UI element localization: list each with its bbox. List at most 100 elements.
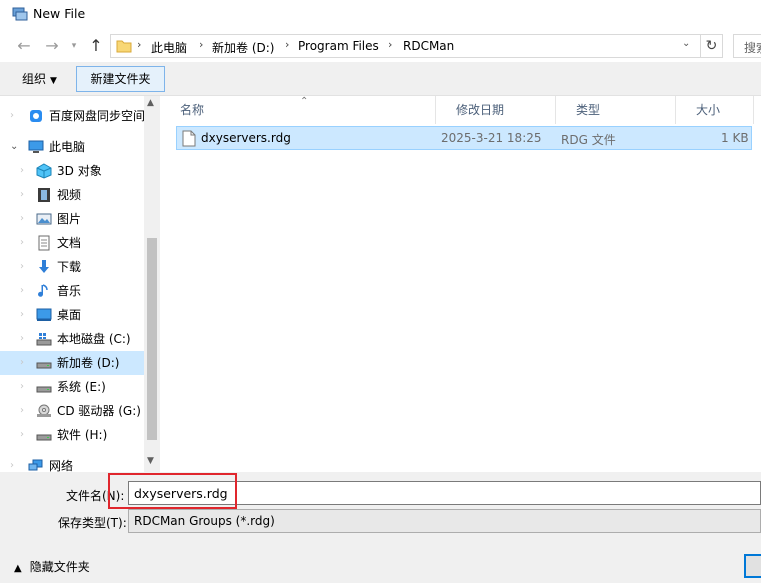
drive-icon: [36, 386, 52, 393]
table-row[interactable]: dxyservers.rdg 2025-3-21 18:25 RDG 文件 1 …: [176, 126, 752, 150]
sidebar-item-label: 3D 对象: [57, 164, 102, 178]
expand-chevron-icon[interactable]: ›: [20, 207, 24, 231]
column-header-size[interactable]: 大小: [676, 96, 754, 124]
sidebar-item-label: CD 驱动器 (G:): [57, 404, 141, 418]
computer-icon: [28, 140, 44, 153]
sidebar-item-this-pc[interactable]: ⌄ 此电脑: [0, 135, 144, 159]
breadcrumb-rdcman[interactable]: RDCMan: [403, 39, 454, 53]
sidebar-item-pictures[interactable]: › 图片: [0, 207, 144, 231]
refresh-icon[interactable]: ↻: [701, 34, 723, 58]
address-dropdown-icon[interactable]: ⌄: [682, 38, 696, 54]
cd-drive-icon: [37, 404, 51, 417]
expand-chevron-icon[interactable]: ›: [20, 303, 24, 327]
expand-chevron-icon[interactable]: ›: [20, 375, 24, 399]
recent-locations-chevron-icon[interactable]: ▾: [64, 36, 84, 56]
sidebar-item-videos[interactable]: › 视频: [0, 183, 144, 207]
back-arrow-icon[interactable]: ←: [14, 36, 34, 56]
address-bar[interactable]: › 此电脑 › 新加卷 (D:) › Program Files › RDCMa…: [110, 34, 701, 58]
drive-icon: [36, 362, 52, 369]
navigation-bar: ← → ▾ ↑ › 此电脑 › 新加卷 (D:) › Program Files…: [0, 30, 761, 62]
sidebar-item-documents[interactable]: › 文档: [0, 231, 144, 255]
expand-chevron-icon[interactable]: ›: [20, 351, 24, 375]
expand-chevron-icon[interactable]: ›: [10, 454, 14, 472]
sidebar-item-desktop[interactable]: › 桌面: [0, 303, 144, 327]
sidebar-item-label: 视频: [57, 188, 82, 202]
caret-down-icon: ▼: [50, 76, 57, 86]
file-modified: 2025-3-21 18:25: [441, 131, 542, 145]
breadcrumb-drive-d[interactable]: 新加卷 (D:): [212, 39, 274, 56]
expand-chevron-icon[interactable]: ›: [20, 159, 24, 183]
pictures-icon: [36, 213, 52, 225]
save-panel: 文件名(N): dxyservers.rdg 保存类型(T): RDCMan G…: [0, 472, 761, 583]
filetype-value: RDCMan Groups (*.rdg): [134, 514, 275, 528]
filetype-label: 保存类型(T):: [58, 516, 127, 530]
expand-chevron-icon[interactable]: ›: [20, 255, 24, 279]
3d-objects-icon: [36, 163, 52, 179]
window-title: New File: [33, 6, 86, 21]
music-icon: [38, 284, 48, 297]
new-folder-button[interactable]: 新建文件夹: [76, 66, 165, 92]
drive-icon: [36, 434, 52, 441]
baidu-cloud-icon: [30, 110, 42, 122]
sidebar-item-label: 系统 (E:): [57, 380, 106, 394]
sidebar-item-network[interactable]: › 网络: [0, 454, 144, 472]
file-size: 1 KB: [721, 131, 749, 145]
sidebar-item-drive-d[interactable]: › 新加卷 (D:): [0, 351, 144, 375]
search-input[interactable]: 搜索: [733, 34, 761, 58]
collapse-chevron-icon[interactable]: ⌄: [10, 135, 18, 159]
folder-icon: [116, 40, 132, 53]
scroll-up-icon[interactable]: ▲: [147, 98, 154, 108]
hide-folders-toggle[interactable]: ▲ 隐藏文件夹: [14, 558, 90, 575]
filetype-select[interactable]: RDCMan Groups (*.rdg): [128, 509, 761, 533]
highlight-annotation-box: [108, 473, 237, 509]
network-icon: [28, 459, 43, 471]
sidebar-item-label: 文档: [57, 236, 82, 250]
sidebar-item-label: 此电脑: [49, 140, 86, 154]
sidebar-item-label: 软件 (H:): [57, 428, 108, 442]
sidebar-item-baidu[interactable]: › 百度网盘同步空间: [0, 104, 146, 128]
sidebar-item-drive-h[interactable]: › 软件 (H:): [0, 423, 144, 447]
expand-chevron-icon[interactable]: ›: [10, 104, 14, 128]
sidebar-item-3d-objects[interactable]: › 3D 对象: [0, 159, 144, 183]
downloads-icon: [39, 260, 49, 273]
organize-button[interactable]: 组织 ▼: [14, 67, 65, 91]
sidebar-item-label: 网络: [49, 459, 74, 472]
sidebar-item-label: 下载: [57, 260, 82, 274]
file-list: ⌃ 名称 修改日期 类型 大小 dxyservers.rdg 2025-3-21…: [160, 96, 761, 472]
save-button[interactable]: [744, 554, 761, 578]
sidebar-item-label: 百度网盘同步空间: [49, 109, 146, 123]
sidebar-item-label: 图片: [57, 212, 82, 226]
forward-arrow-icon[interactable]: →: [42, 36, 62, 56]
expand-chevron-icon[interactable]: ›: [20, 423, 24, 447]
column-header-type[interactable]: 类型: [556, 96, 676, 124]
breadcrumb-separator-icon: ›: [285, 38, 290, 51]
sidebar-scrollbar[interactable]: ▲ ▼: [144, 96, 160, 472]
scroll-down-icon[interactable]: ▼: [147, 456, 154, 466]
scrollbar-thumb[interactable]: [147, 238, 157, 440]
sidebar-item-downloads[interactable]: › 下载: [0, 255, 144, 279]
column-header-modified[interactable]: 修改日期: [436, 96, 556, 124]
breadcrumb-separator-icon: ›: [199, 38, 204, 51]
expand-chevron-icon[interactable]: ›: [20, 399, 24, 423]
expand-chevron-icon[interactable]: ›: [20, 279, 24, 303]
breadcrumb-this-pc[interactable]: 此电脑: [151, 39, 187, 56]
file-type: RDG 文件: [561, 133, 616, 147]
rdcman-app-icon: [12, 7, 28, 21]
sidebar-item-cd-drive-g[interactable]: › CD 驱动器 (G:): [0, 399, 144, 423]
expand-chevron-icon[interactable]: ›: [20, 231, 24, 255]
hide-folders-label: 隐藏文件夹: [29, 560, 90, 574]
documents-icon: [38, 235, 50, 251]
column-header-label: 修改日期: [456, 103, 505, 117]
sidebar-item-music[interactable]: › 音乐: [0, 279, 144, 303]
column-header-name[interactable]: ⌃ 名称: [160, 96, 436, 124]
sidebar-item-drive-e[interactable]: › 系统 (E:): [0, 375, 144, 399]
expand-chevron-icon[interactable]: ›: [20, 183, 24, 207]
command-toolbar: 组织 ▼ 新建文件夹: [0, 62, 761, 96]
up-arrow-icon[interactable]: ↑: [86, 36, 106, 56]
expand-chevron-icon[interactable]: ›: [20, 327, 24, 351]
breadcrumb-program-files[interactable]: Program Files: [298, 39, 379, 53]
sidebar-item-drive-c[interactable]: › 本地磁盘 (C:): [0, 327, 144, 351]
file-icon: [182, 130, 196, 147]
sort-up-icon: ⌃: [300, 96, 309, 107]
navigation-pane: › 百度网盘同步空间 ⌄ 此电脑 › 3D 对象 › 视频 › 图片 › 文档 …: [0, 96, 160, 472]
